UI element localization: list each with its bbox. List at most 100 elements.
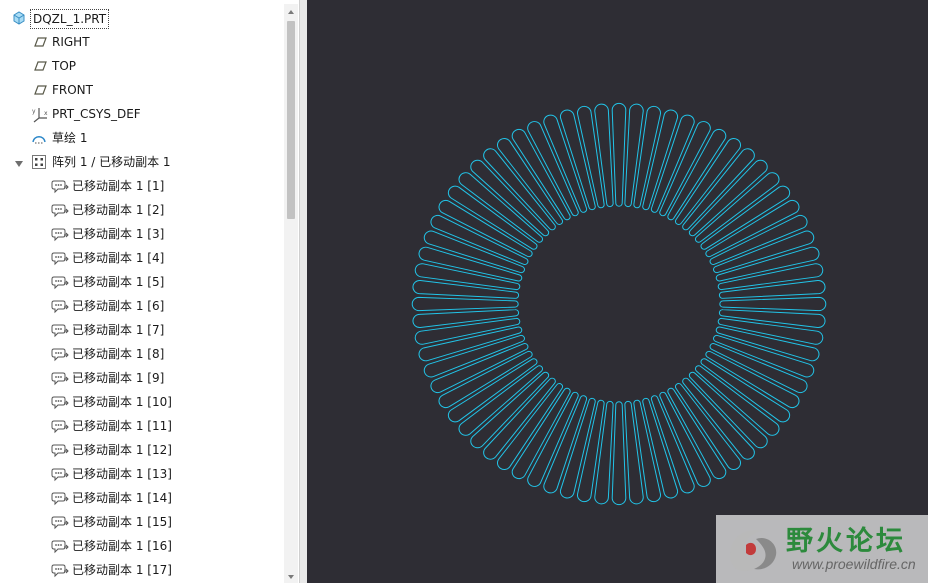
tree-item-moved-copy[interactable]: 已移动副本 1 [1] (0, 174, 284, 198)
watermark-url: www.proewildfire.cn (792, 556, 916, 572)
tree-item-moved-copy[interactable]: 已移动副本 1 [3] (0, 222, 284, 246)
slot-curve (713, 334, 815, 378)
tree-item-label: 已移动副本 1 [4] (72, 251, 165, 265)
tree-item-label: 已移动副本 1 [1] (72, 179, 165, 193)
slot-curve (650, 395, 695, 494)
tree-item-moved-copy[interactable]: 已移动副本 1 [5] (0, 270, 284, 294)
moved-copy-icon (51, 202, 69, 218)
slot-curve (411, 296, 519, 312)
tree-item-label: 已移动副本 1 [8] (72, 347, 165, 361)
tree-item-top[interactable]: TOP (0, 54, 284, 78)
slot-curve (659, 391, 711, 487)
slot-curve (423, 230, 525, 274)
slot-curve (559, 397, 596, 499)
tree-item-pattern[interactable]: 阵列 1 / 已移动副本 1 (0, 150, 284, 174)
slot-curve (543, 114, 588, 213)
tree-item-moved-copy[interactable]: 已移动副本 1 [9] (0, 366, 284, 390)
moved-copy-icon (51, 490, 69, 506)
svg-text:x: x (44, 110, 48, 117)
moved-copy-icon (51, 562, 69, 578)
tree-item-moved-copy[interactable]: 已移动副本 1 [16] (0, 534, 284, 558)
slot-curve (430, 214, 529, 265)
scroll-up-arrow-icon[interactable] (284, 4, 298, 18)
tree-item-moved-copy[interactable]: 已移动副本 1 [12] (0, 438, 284, 462)
moved-copy-icon (51, 370, 69, 386)
tree-item-label: RIGHT (52, 35, 90, 49)
tree-item-label: FRONT (52, 83, 93, 97)
tree-item-label: 已移动副本 1 [9] (72, 371, 165, 385)
slot-curve (642, 109, 679, 211)
tree-item-label: 已移动副本 1 [17] (72, 563, 172, 577)
tree-item-moved-copy[interactable]: 已移动副本 1 [11] (0, 414, 284, 438)
tree-item-label: 已移动副本 1 [16] (72, 539, 172, 553)
scroll-thumb[interactable] (287, 21, 295, 219)
tree-item-moved-copy[interactable]: 已移动副本 1 [8] (0, 342, 284, 366)
tree-item--1[interactable]: 草绘 1 (0, 126, 284, 150)
moved-copy-icon (51, 274, 69, 290)
slot-pattern-drawing (411, 102, 827, 506)
tree-item-moved-copy[interactable]: 已移动副本 1 [7] (0, 318, 284, 342)
slot-curve (543, 395, 588, 494)
slot-curve (715, 326, 820, 362)
slot-curve (423, 334, 525, 378)
scroll-down-arrow-icon[interactable] (284, 569, 298, 583)
slot-curve (713, 230, 815, 274)
svg-text:y: y (32, 108, 36, 115)
tree-item-label: 草绘 1 (52, 131, 88, 145)
moved-copy-icon (51, 346, 69, 362)
datum-plane-icon (31, 58, 47, 74)
slot-curve (611, 102, 627, 207)
tree-item-moved-copy[interactable]: 已移动副本 1 [17] (0, 558, 284, 582)
moved-copy-icon (51, 394, 69, 410)
slot-curve (527, 391, 579, 487)
tree-item-moved-copy[interactable]: 已移动副本 1 [15] (0, 510, 284, 534)
slot-curve (611, 401, 627, 506)
tree-item-front[interactable]: FRONT (0, 78, 284, 102)
slot-curve (559, 109, 596, 211)
moved-copy-icon (51, 442, 69, 458)
tree-item-root[interactable]: DQZL_1.PRT (0, 6, 284, 30)
slot-curve (650, 114, 695, 213)
tree-item-label: DQZL_1.PRT (30, 9, 110, 29)
datum-plane-icon (31, 82, 47, 98)
slot-curve (719, 296, 827, 312)
moved-copy-icon (51, 466, 69, 482)
tree-item-label: 已移动副本 1 [15] (72, 515, 172, 529)
graphics-viewport[interactable] (308, 0, 928, 583)
tree-scrollbar[interactable] (284, 4, 298, 583)
pattern-icon (31, 154, 47, 170)
slot-curve (715, 246, 820, 282)
tree-item-moved-copy[interactable]: 已移动副本 1 [10] (0, 390, 284, 414)
moved-copy-icon (51, 178, 69, 194)
tree-item-label: 已移动副本 1 [3] (72, 227, 165, 241)
slot-curve (418, 246, 523, 282)
panel-splitter[interactable] (299, 0, 308, 583)
slot-curve (709, 214, 808, 265)
datum-plane-icon (31, 34, 47, 50)
tree-item-label: 已移动副本 1 [2] (72, 203, 165, 217)
tree-item-label: 已移动副本 1 [11] (72, 419, 172, 433)
tree-item-right[interactable]: RIGHT (0, 30, 284, 54)
tree-item-prt-csys-def[interactable]: y x PRT_CSYS_DEF (0, 102, 284, 126)
tree-item-label: TOP (52, 59, 77, 73)
flame-logo-icon (722, 521, 786, 579)
tree-item-moved-copy[interactable]: 已移动副本 1 [2] (0, 198, 284, 222)
tree-header-strip (0, 0, 299, 4)
tree-item-label: 已移动副本 1 [13] (72, 467, 172, 481)
tree-item-label: PRT_CSYS_DEF (52, 107, 141, 121)
moved-copy-icon (51, 298, 69, 314)
model-tree-panel: DQZL_1.PRT RIGHT TOP FRONT y x PRT_CSYS_DEF 草绘 … (0, 0, 299, 583)
slot-curve (709, 343, 808, 394)
watermark: 野火论坛 www.proewildfire.cn (716, 515, 928, 583)
tree-item-label: 已移动副本 1 [14] (72, 491, 172, 505)
tree-item-moved-copy[interactable]: 已移动副本 1 [4] (0, 246, 284, 270)
slot-curve (527, 121, 579, 217)
tree-item-moved-copy[interactable]: 已移动副本 1 [14] (0, 486, 284, 510)
tree-item-label: 阵列 1 / 已移动副本 1 (52, 155, 171, 169)
tree-item-moved-copy[interactable]: 已移动副本 1 [13] (0, 462, 284, 486)
slot-curve (430, 343, 529, 394)
tree-item-label: 已移动副本 1 [6] (72, 299, 165, 313)
watermark-title: 野火论坛 (786, 526, 906, 557)
tree-item-moved-copy[interactable]: 已移动副本 1 [6] (0, 294, 284, 318)
expand-collapse-icon[interactable] (13, 155, 25, 169)
